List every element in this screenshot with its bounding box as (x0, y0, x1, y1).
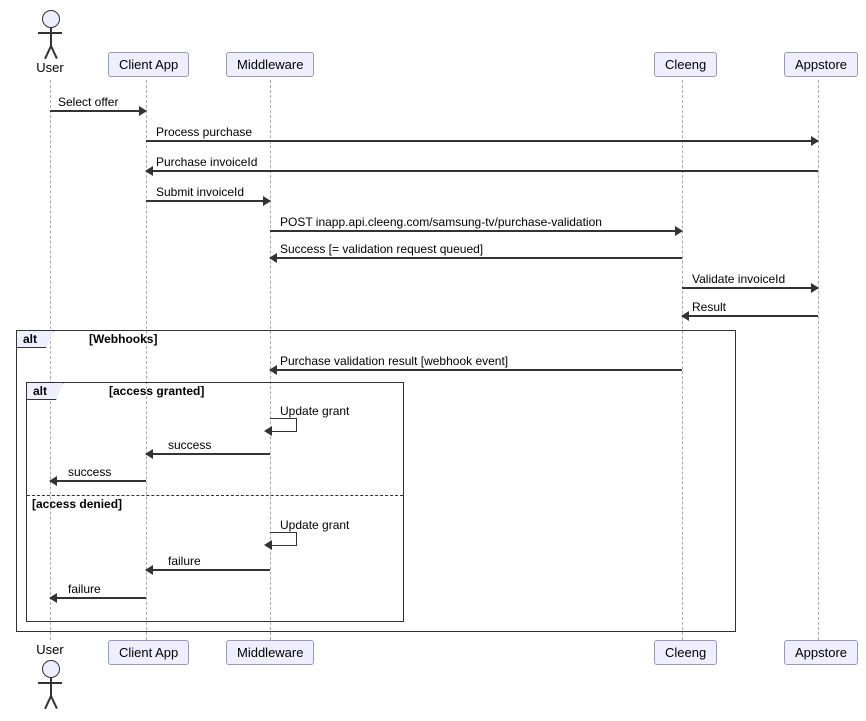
actor-arms (38, 32, 62, 34)
msg-failure-1: failure (166, 554, 203, 568)
actor-user-head (42, 10, 60, 28)
arrow (146, 200, 270, 202)
actor-user-head-bottom (42, 660, 60, 678)
actor-body (50, 27, 52, 47)
msg-submit-invoiceid: Submit invoiceId (154, 185, 246, 199)
msg-success-2: success (66, 465, 113, 479)
msg-purchase-invoiceid: Purchase invoiceId (154, 155, 259, 169)
msg-webhook-event: Purchase validation result [webhook even… (278, 354, 510, 368)
arrow (146, 140, 818, 142)
lifeline-appstore (818, 80, 819, 640)
participant-appstore: Appstore (784, 52, 858, 77)
participant-appstore-bottom: Appstore (784, 640, 858, 665)
self-msg (270, 532, 297, 546)
arrow (270, 257, 682, 259)
arrow (270, 230, 682, 232)
msg-result: Result (690, 300, 728, 314)
arrow (146, 569, 270, 571)
msg-success-queued: Success [= validation request queued] (278, 242, 485, 256)
arrow (50, 110, 146, 112)
participant-cleeng: Cleeng (654, 52, 717, 77)
participant-client-app: Client App (108, 52, 189, 77)
arrow (270, 369, 682, 371)
frame-cond-granted: [access granted] (109, 384, 204, 398)
msg-update-grant-1: Update grant (278, 404, 351, 418)
msg-post-validation: POST inapp.api.cleeng.com/samsung-tv/pur… (278, 215, 604, 229)
msg-update-grant-2: Update grant (278, 518, 351, 532)
arrow (146, 453, 270, 455)
msg-success-1: success (166, 438, 213, 452)
actor-leg (50, 696, 57, 709)
msg-select-offer: Select offer (56, 95, 120, 109)
arrow (682, 315, 818, 317)
sequence-diagram: User Client App Middleware Cleeng Appsto… (10, 10, 856, 711)
actor-user-label: User (30, 60, 70, 75)
participant-middleware: Middleware (226, 52, 314, 77)
participant-cleeng-bottom: Cleeng (654, 640, 717, 665)
self-msg (270, 418, 297, 432)
actor-arms (38, 682, 62, 684)
frame-divider (27, 495, 403, 496)
msg-process-purchase: Process purchase (154, 125, 254, 139)
arrow (50, 480, 146, 482)
msg-validate-invoiceid: Validate invoiceId (690, 272, 787, 286)
frame-cond-denied: [access denied] (32, 497, 122, 511)
participant-client-app-bottom: Client App (108, 640, 189, 665)
frame-tag-alt2: alt (26, 382, 64, 400)
actor-leg (50, 46, 57, 59)
frame-tag-alt: alt (16, 330, 54, 348)
actor-user-label-bottom: User (30, 642, 70, 657)
arrow (50, 597, 146, 599)
arrow (682, 287, 818, 289)
msg-failure-2: failure (66, 582, 103, 596)
frame-cond-webhooks: [Webhooks] (89, 332, 157, 346)
participant-middleware-bottom: Middleware (226, 640, 314, 665)
actor-body (50, 677, 52, 697)
arrow (146, 170, 818, 172)
